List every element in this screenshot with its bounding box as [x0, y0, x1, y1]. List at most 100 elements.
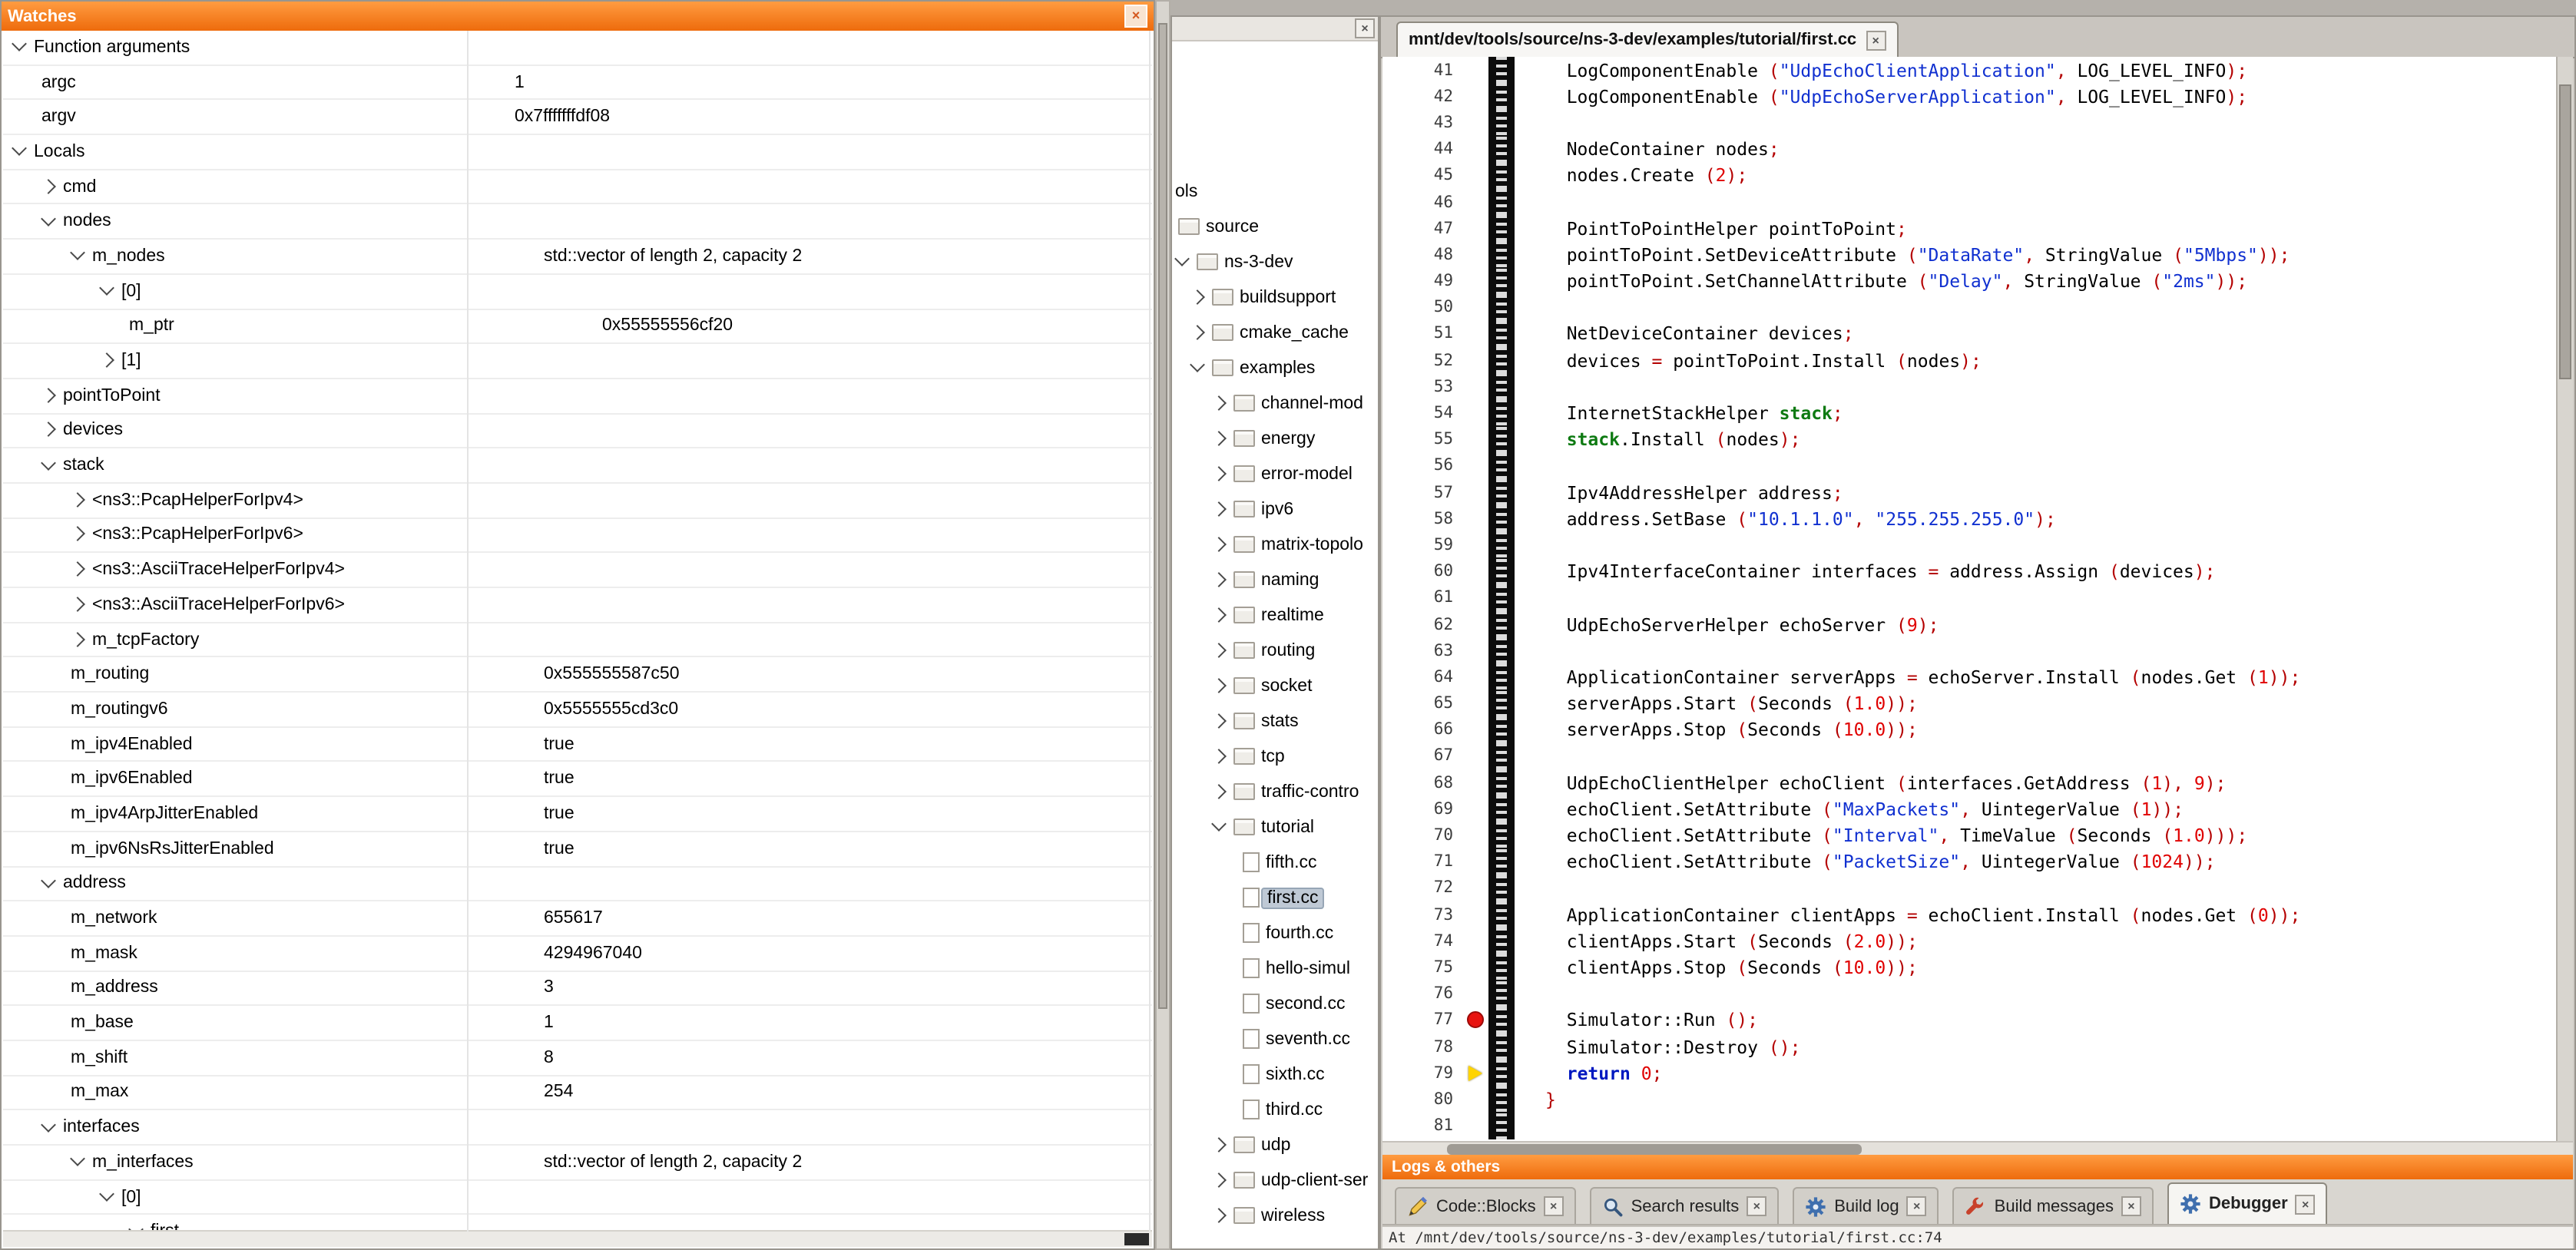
scrollbar-thumb[interactable]	[2559, 84, 2571, 379]
expand-icon[interactable]	[1211, 713, 1227, 728]
gutter-marker[interactable]	[1465, 664, 1488, 690]
tree-item-fifth-cc[interactable]: fifth.cc	[1172, 845, 1378, 880]
watch-row[interactable]: <ns3::AsciiTraceHelperForIpv4>	[3, 554, 1152, 588]
breakpoint-margin[interactable]	[1488, 426, 1515, 452]
watch-row[interactable]: <ns3::PcapHelperForIpv6>	[3, 518, 1152, 553]
breakpoint-margin[interactable]	[1488, 400, 1515, 426]
close-icon[interactable]: ×	[2121, 1196, 2141, 1216]
watch-row[interactable]: m_network655617	[3, 901, 1152, 936]
watch-row[interactable]: m_ptr0x55555556cf20	[3, 309, 1152, 344]
watch-row[interactable]: argv0x7fffffffdf08	[3, 101, 1152, 135]
watch-row[interactable]: m_shift8	[3, 1041, 1152, 1076]
editor-tab[interactable]: mnt/dev/tools/source/ns-3-dev/examples/t…	[1396, 21, 1898, 57]
logs-tab-debugger[interactable]: Debugger×	[2167, 1182, 2328, 1224]
gutter-marker[interactable]	[1465, 242, 1488, 268]
watch-row[interactable]: Locals	[3, 135, 1152, 170]
line-number[interactable]: 69	[1382, 800, 1465, 818]
breakpoint-margin[interactable]	[1488, 822, 1515, 848]
tree-item-hello-simul[interactable]: hello-simul	[1172, 951, 1378, 986]
tree-item-examples[interactable]: examples	[1172, 350, 1378, 385]
breakpoint-margin[interactable]	[1488, 1060, 1515, 1086]
breakpoint-margin[interactable]	[1488, 690, 1515, 716]
scrollbar-thumb[interactable]	[1158, 23, 1167, 1009]
watch-row[interactable]: m_tcpFactory	[3, 623, 1152, 657]
tree-item-realtime[interactable]: realtime	[1172, 597, 1378, 633]
expand-icon[interactable]	[1211, 430, 1227, 445]
expand-icon[interactable]	[41, 388, 56, 403]
line-number[interactable]: 64	[1382, 668, 1465, 686]
collapse-icon[interactable]	[12, 38, 27, 52]
watch-row[interactable]: address	[3, 867, 1152, 901]
collapse-icon[interactable]	[70, 1153, 85, 1167]
line-number[interactable]: 51	[1382, 325, 1465, 343]
line-number[interactable]: 74	[1382, 932, 1465, 951]
tree-item-cmake-cache[interactable]: cmake_cache	[1172, 315, 1378, 350]
breakpoint-margin[interactable]	[1488, 83, 1515, 109]
tree-item-seventh-cc[interactable]: seventh.cc	[1172, 1021, 1378, 1057]
breakpoint-margin[interactable]	[1488, 347, 1515, 373]
breakpoint-margin[interactable]	[1488, 453, 1515, 479]
watches-vscrollbar[interactable]	[1155, 0, 1170, 1250]
watch-row[interactable]: [0]	[3, 1180, 1152, 1215]
expand-icon[interactable]	[1190, 324, 1205, 339]
expand-icon[interactable]	[1211, 1136, 1227, 1152]
tree-item-socket[interactable]: socket	[1172, 668, 1378, 703]
watch-row[interactable]: m_ipv6Enabledtrue	[3, 762, 1152, 797]
gutter-marker[interactable]	[1465, 426, 1488, 452]
gutter-marker[interactable]	[1465, 954, 1488, 980]
line-number[interactable]: 42	[1382, 88, 1465, 106]
gutter-marker[interactable]	[1465, 1033, 1488, 1060]
close-icon[interactable]: ×	[2296, 1194, 2316, 1214]
line-number[interactable]: 46	[1382, 193, 1465, 211]
watch-row[interactable]: m_nodesstd::vector of length 2, capacity…	[3, 240, 1152, 274]
tree-item-sixth-cc[interactable]: sixth.cc	[1172, 1057, 1378, 1092]
line-number[interactable]: 77	[1382, 1011, 1465, 1030]
line-number[interactable]: 50	[1382, 299, 1465, 317]
gutter-marker[interactable]	[1465, 374, 1488, 400]
breakpoint-margin[interactable]	[1488, 954, 1515, 980]
gutter-marker[interactable]	[1465, 294, 1488, 320]
watch-row[interactable]: nodes	[3, 205, 1152, 240]
breakpoint-margin[interactable]	[1488, 1113, 1515, 1139]
gutter-marker[interactable]	[1465, 1007, 1488, 1033]
watch-row[interactable]: <ns3::AsciiTraceHelperForIpv6>	[3, 588, 1152, 623]
breakpoint-icon[interactable]	[1467, 1012, 1484, 1029]
tree-item-fourth-cc[interactable]: fourth.cc	[1172, 915, 1378, 951]
breakpoint-margin[interactable]	[1488, 558, 1515, 584]
tree-item-naming[interactable]: naming	[1172, 562, 1378, 597]
code-area[interactable]: 41 LogComponentEnable ("UdpEchoClientApp…	[1382, 57, 2573, 1141]
line-number[interactable]: 76	[1382, 984, 1465, 1003]
gutter-marker[interactable]	[1465, 136, 1488, 162]
collapse-icon[interactable]	[12, 143, 27, 157]
expand-icon[interactable]	[1211, 748, 1227, 763]
tree-item-tcp[interactable]: tcp	[1172, 739, 1378, 774]
expand-icon[interactable]	[41, 178, 56, 193]
gutter-marker[interactable]	[1465, 163, 1488, 189]
logs-tab-code-blocks[interactable]: Code::Blocks×	[1395, 1187, 1576, 1224]
watch-row[interactable]: m_ipv4ArpJitterEnabledtrue	[3, 797, 1152, 832]
tree-item-matrix-topolo[interactable]: matrix-topolo	[1172, 527, 1378, 562]
expand-icon[interactable]	[1211, 1207, 1227, 1222]
breakpoint-margin[interactable]	[1488, 664, 1515, 690]
breakpoint-margin[interactable]	[1488, 57, 1515, 83]
watch-row[interactable]: [0]	[3, 275, 1152, 309]
breakpoint-margin[interactable]	[1488, 796, 1515, 822]
gutter-marker[interactable]	[1465, 743, 1488, 769]
tree-item-routing[interactable]: routing	[1172, 633, 1378, 668]
expand-icon[interactable]	[1211, 571, 1227, 587]
close-icon[interactable]: ×	[1124, 5, 1147, 28]
gutter-marker[interactable]	[1465, 268, 1488, 294]
expand-icon[interactable]	[99, 352, 114, 368]
watches-tree[interactable]: Function argumentsargc1argv0x7fffffffdf0…	[3, 31, 1152, 1247]
breakpoint-margin[interactable]	[1488, 585, 1515, 611]
tree-item-traffic-contro[interactable]: traffic-contro	[1172, 774, 1378, 809]
gutter-marker[interactable]	[1465, 585, 1488, 611]
expand-icon[interactable]	[1211, 783, 1227, 799]
gutter-marker[interactable]	[1465, 875, 1488, 901]
file-tree[interactable]: olssourcens-3-devbuildsupportcmake_cache…	[1172, 41, 1378, 1230]
line-number[interactable]: 73	[1382, 905, 1465, 924]
tree-item-ns-3-dev[interactable]: ns-3-dev	[1172, 244, 1378, 279]
panel-header[interactable]: ×	[1172, 17, 1378, 41]
line-number[interactable]: 67	[1382, 747, 1465, 766]
collapse-icon[interactable]	[41, 456, 56, 470]
